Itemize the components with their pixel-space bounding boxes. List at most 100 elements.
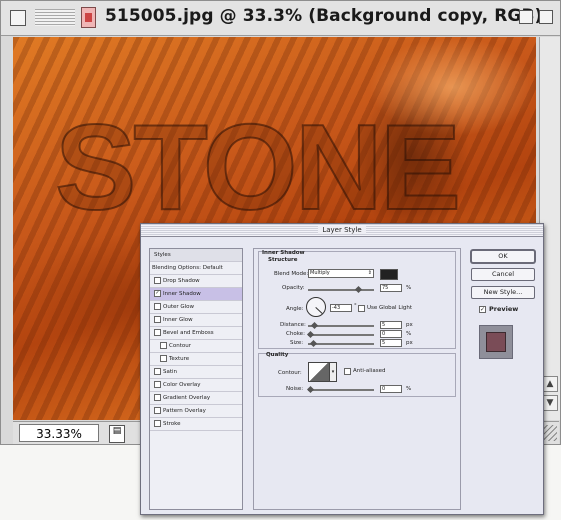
distance-label: Distance: [280,322,306,328]
blending-options-item[interactable]: Blending Options: Default [150,262,242,275]
dialog-title-bar[interactable]: Layer Style [141,224,543,237]
choke-label: Choke: [286,331,305,337]
contour-dropdown-arrow-icon[interactable]: ▾ [329,362,337,382]
angle-unit: ° [354,303,357,309]
blend-mode-label: Blend Mode: [274,271,309,277]
angle-dial[interactable] [306,297,326,317]
style-item-inner-glow[interactable]: Inner Glow [150,314,242,327]
blend-mode-select[interactable]: Multiply ⇕ [308,269,374,278]
scroll-up-arrow-icon[interactable]: ▲ [542,376,558,392]
angle-label: Angle: [286,306,304,312]
distance-unit: px [406,322,413,328]
style-item-stroke[interactable]: Stroke [150,418,242,431]
document-info-icon[interactable]: ▤ [109,425,125,443]
style-checkbox[interactable] [154,277,161,284]
quality-label: Quality [266,352,289,358]
ok-button[interactable]: OK [471,250,535,263]
anti-aliased-label: Anti-aliased [353,368,386,374]
opacity-slider[interactable] [308,285,374,294]
dialog-title: Layer Style [318,226,366,234]
style-item-outer-glow[interactable]: Outer Glow [150,301,242,314]
noise-field[interactable]: 0 [380,385,402,393]
style-item-texture[interactable]: Texture [150,353,242,366]
close-box-icon[interactable] [10,10,26,26]
global-light-checkbox[interactable] [358,305,365,312]
style-item-label: Inner Shadow [163,291,201,297]
shadow-color-swatch[interactable] [380,269,398,280]
style-item-label: Color Overlay [163,382,201,388]
style-checkbox[interactable] [154,394,161,401]
size-label: Size: [290,340,304,346]
style-item-contour[interactable]: Contour [150,340,242,353]
style-item-label: Outer Glow [163,304,195,310]
style-item-gradient-overlay[interactable]: Gradient Overlay [150,392,242,405]
canvas-stone-text: STONE [54,98,462,236]
global-light-label: Use Global Light [367,305,413,311]
size-slider[interactable] [308,339,374,348]
angle-field[interactable]: -43 [330,304,352,312]
style-item-satin[interactable]: Satin [150,366,242,379]
style-item-label: Satin [163,369,178,375]
style-checkbox[interactable] [154,316,161,323]
angle-dial-needle [315,307,323,314]
noise-label: Noise: [286,386,304,392]
structure-label: Structure [268,257,298,263]
style-item-drop-shadow[interactable]: Drop Shadow [150,275,242,288]
style-item-color-overlay[interactable]: Color Overlay [150,379,242,392]
window-title: 515005.jpg @ 33.3% (Background copy, RGB… [105,6,543,26]
panel-title: Inner Shadow [262,250,305,256]
choke-slider[interactable] [306,330,374,339]
style-preview-swatch [479,325,513,359]
style-item-label: Drop Shadow [163,278,200,284]
inner-shadow-panel: Inner Shadow Structure Blend Mode: Multi… [253,248,461,510]
zoom-box-icon[interactable] [519,10,533,24]
scroll-down-arrow-icon[interactable]: ▼ [542,395,558,411]
distance-slider[interactable] [308,321,374,330]
style-checkbox[interactable] [154,381,161,388]
style-checkbox[interactable] [154,329,161,336]
style-checkbox[interactable] [154,420,161,427]
title-bar-stripes [35,9,75,26]
contour-label: Contour: [278,370,302,376]
style-checkbox[interactable] [154,407,161,414]
opacity-field[interactable]: 75 [380,284,402,292]
choke-field[interactable]: 0 [380,330,402,338]
layer-style-dialog: Layer Style Styles Blending Options: Def… [140,223,544,515]
style-checkbox[interactable] [154,303,161,310]
collapse-box-icon[interactable] [539,10,553,24]
style-checkbox[interactable]: ✓ [154,290,161,297]
new-style-button[interactable]: New Style... [471,286,535,299]
styles-list: Styles Blending Options: Default Drop Sh… [149,248,243,510]
style-item-label: Stroke [163,421,181,427]
styles-header[interactable]: Styles [150,249,242,262]
style-item-label: Inner Glow [163,317,193,323]
size-unit: px [406,340,413,346]
zoom-field[interactable]: 33.33% [19,424,99,442]
style-item-pattern-overlay[interactable]: Pattern Overlay [150,405,242,418]
preview-label: Preview [489,305,519,313]
noise-unit: % [406,386,412,392]
anti-aliased-checkbox[interactable] [344,368,351,375]
style-item-label: Pattern Overlay [163,408,206,414]
title-bar[interactable]: 515005.jpg @ 33.3% (Background copy, RGB… [1,1,560,36]
opacity-label: Opacity: [282,285,305,291]
select-arrows-icon: ⇕ [367,270,372,276]
style-item-inner-shadow[interactable]: ✓ Inner Shadow [150,288,242,301]
style-checkbox[interactable] [160,342,167,349]
style-item-label: Texture [169,356,190,362]
opacity-unit: % [406,285,412,291]
contour-picker[interactable] [308,362,330,382]
cancel-button[interactable]: Cancel [471,268,535,281]
style-item-bevel-and-emboss[interactable]: Bevel and Emboss [150,327,242,340]
style-item-label: Contour [169,343,191,349]
style-checkbox[interactable] [154,368,161,375]
preview-checkbox[interactable]: ✓ [479,306,486,313]
distance-field[interactable]: 5 [380,321,402,329]
style-item-label: Bevel and Emboss [163,330,214,336]
size-field[interactable]: 5 [380,339,402,347]
noise-slider[interactable] [306,385,374,394]
choke-unit: % [406,331,412,337]
style-item-label: Gradient Overlay [163,395,211,401]
file-proxy-icon[interactable] [81,7,96,28]
style-checkbox[interactable] [160,355,167,362]
